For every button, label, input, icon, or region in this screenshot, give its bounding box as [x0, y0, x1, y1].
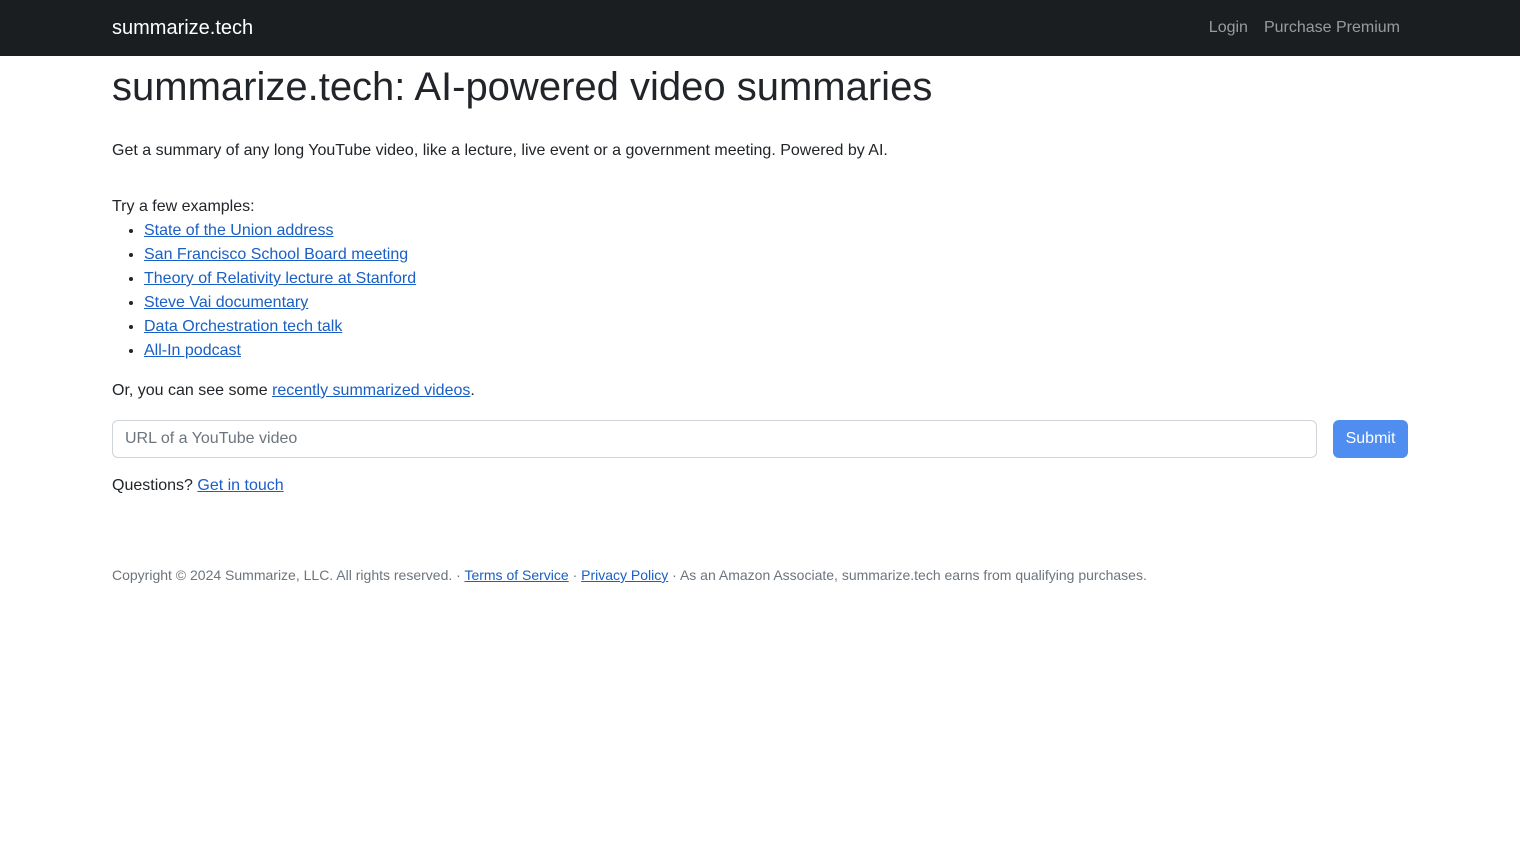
example-link-sf-school-board[interactable]: San Francisco School Board meeting	[144, 246, 408, 263]
main-container: summarize.tech: AI-powered video summari…	[0, 63, 1520, 586]
list-item: San Francisco School Board meeting	[144, 243, 1408, 267]
list-item: Data Orchestration tech talk	[144, 315, 1408, 339]
list-item: State of the Union address	[144, 219, 1408, 243]
lead-text: Get a summary of any long YouTube video,…	[112, 142, 888, 159]
page-title: summarize.tech: AI-powered video summari…	[112, 65, 933, 109]
nav-links: Login Purchase Premium	[1209, 16, 1400, 40]
example-link-steve-vai[interactable]: Steve Vai documentary	[144, 294, 308, 311]
amazon-disclosure: · As an Amazon Associate, summarize.tech…	[668, 567, 1147, 583]
recent-suffix: .	[470, 382, 475, 399]
questions-prefix: Questions?	[112, 477, 198, 494]
recently-summarized-link[interactable]: recently summarized videos	[272, 382, 470, 399]
list-item: Steve Vai documentary	[144, 291, 1408, 315]
summarize-form: Submit	[112, 420, 1408, 458]
footer-separator: ·	[568, 567, 582, 583]
list-item: Theory of Relativity lecture at Stanford	[144, 267, 1408, 291]
youtube-url-input[interactable]	[112, 420, 1317, 458]
examples-list: State of the Union address San Francisco…	[112, 219, 1408, 363]
footer: Copyright © 2024 Summarize, LLC. All rig…	[112, 565, 1408, 586]
login-link[interactable]: Login	[1209, 16, 1248, 40]
brand-link[interactable]: summarize.tech	[112, 13, 253, 43]
terms-link[interactable]: Terms of Service	[464, 567, 568, 583]
example-link-all-in-podcast[interactable]: All-In podcast	[144, 342, 241, 359]
list-item: All-In podcast	[144, 339, 1408, 363]
questions-text: Questions? Get in touch	[112, 474, 1408, 498]
submit-button[interactable]: Submit	[1333, 420, 1408, 458]
privacy-link[interactable]: Privacy Policy	[581, 567, 668, 583]
recent-prefix: Or, you can see some	[112, 382, 273, 399]
purchase-premium-link[interactable]: Purchase Premium	[1264, 16, 1400, 40]
example-link-relativity-lecture[interactable]: Theory of Relativity lecture at Stanford	[144, 270, 416, 287]
recent-text: Or, you can see some recently summarized…	[112, 379, 1408, 403]
example-link-data-orchestration[interactable]: Data Orchestration tech talk	[144, 318, 342, 335]
example-link-state-of-the-union[interactable]: State of the Union address	[144, 222, 333, 239]
copyright-text: Copyright © 2024 Summarize, LLC. All rig…	[112, 567, 465, 583]
examples-label: Try a few examples:	[112, 198, 255, 215]
get-in-touch-link[interactable]: Get in touch	[197, 477, 283, 494]
navbar: summarize.tech Login Purchase Premium	[0, 0, 1520, 56]
